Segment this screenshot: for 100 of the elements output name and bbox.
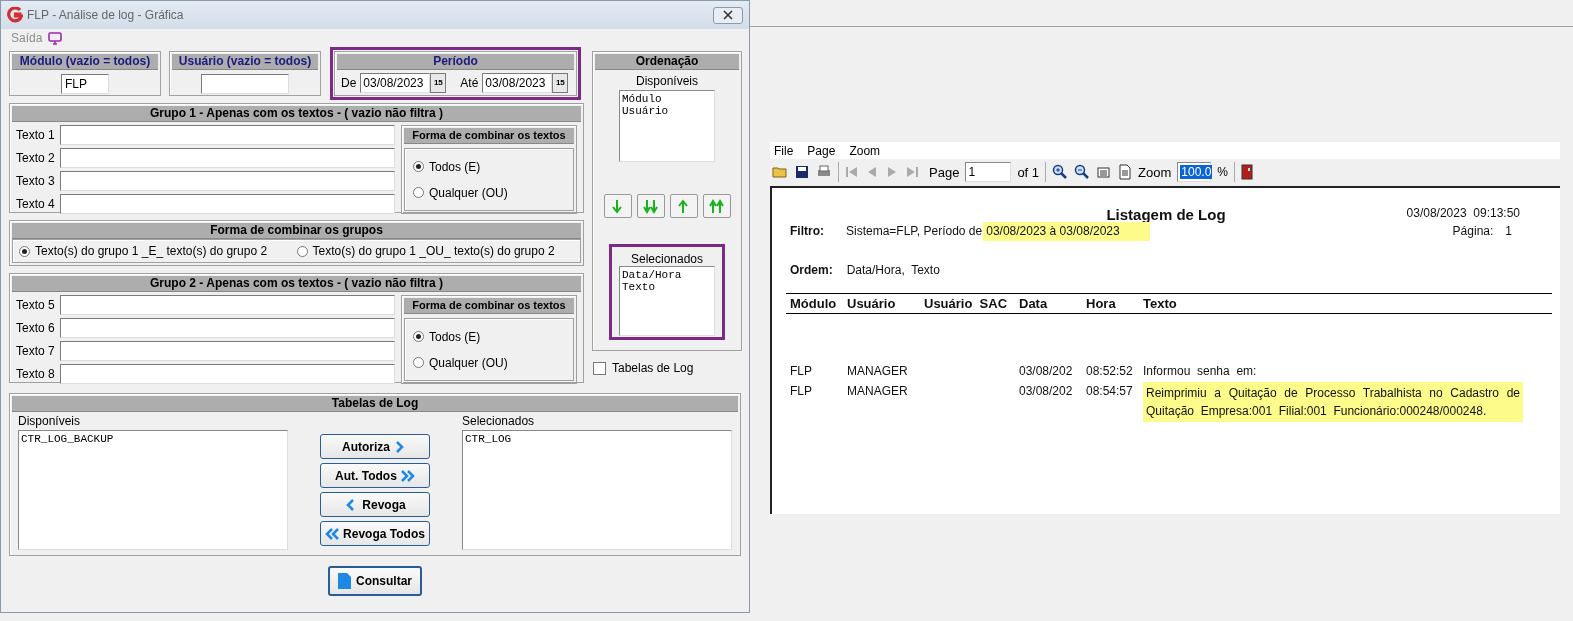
list-item[interactable]: Texto [622,281,712,293]
date-field[interactable]: 03/08/2023 [482,73,553,93]
column-header: Data [1019,296,1049,311]
checkbox-label: Tabelas de Log [612,361,694,375]
order-label: Ordem: [790,263,833,277]
radio-label: Qualquer (OU) [429,355,508,370]
zoom-in-icon [1052,164,1069,180]
list-box[interactable]: Módulo Usuário [619,90,715,162]
panel-title: Tabelas de Log [12,396,738,412]
radio-button[interactable] [413,161,424,172]
list-label: Selecionados [462,414,536,428]
list-item[interactable]: Usuário [622,105,712,117]
order-text: Data/Hora, Texto [846,263,940,277]
module-field[interactable]: FLP [61,74,109,94]
list-item[interactable]: CTR_LOG [465,433,729,445]
column-header: Texto [1143,296,1178,311]
zoom-label: Zoom [1138,164,1172,180]
text-field[interactable] [60,125,395,145]
date-field[interactable]: 03/08/2023 [360,73,431,93]
app-logo-icon [7,7,23,23]
field-label: Texto 3 [16,174,56,188]
double-chevron-right-icon [400,468,415,483]
exit-door-icon [1240,164,1253,180]
calendar-button[interactable]: 15 [430,73,447,93]
authorize-all-button[interactable]: Aut. Todos [320,463,430,488]
move-up-button[interactable] [669,194,698,218]
field-label: Texto 7 [16,344,56,358]
radio-button[interactable] [296,245,308,257]
radio-label: Texto(s) do grupo 1 _OU_ texto(s) do grupo 2 [312,244,555,258]
panel-title: Grupo 1 - Apenas com os textos - ( vazio não filtra ) [12,106,581,122]
radio-button[interactable] [413,357,424,368]
list-box[interactable]: CTR_LOG_BACKUP [18,430,288,550]
radio-button[interactable] [413,187,424,198]
list-box[interactable]: CTR_LOG [462,430,732,550]
table-cell: Reimprimiu a Quitação de Processo Trabalhista no Cadastro de Quitação Empresa:001 Filial:001 Funcionário:000248/000248. [1143,382,1523,422]
authorize-button[interactable]: Autoriza [320,434,430,459]
report-title: Listagem de Log [1106,206,1226,223]
field-label: Texto 6 [16,321,56,335]
text-field[interactable] [60,341,395,361]
table-cell-text: MANAGER [847,383,909,400]
panel-title: Forma de combinar os grupos [12,223,581,239]
document-icon [338,573,351,589]
menu-item[interactable]: Zoom [849,143,881,158]
move-top-button[interactable] [702,194,731,218]
list-item[interactable]: CTR_LOG_BACKUP [21,433,285,445]
panel-title: Forma de combinar os textos [404,298,574,314]
panel-title: Período [337,54,574,70]
calendar-button[interactable]: 15 [552,73,569,93]
move-bottom-button[interactable] [636,194,665,218]
page-width-icon [1096,164,1113,180]
double-chevron-left-icon [325,526,340,541]
revoke-all-button[interactable]: Revoga Todos [320,521,430,546]
zoom-field[interactable]: 100.0 [1177,162,1212,182]
table-cell-text: 03/08/202 [1019,383,1074,400]
text-field[interactable] [60,364,395,384]
checkbox[interactable] [593,361,606,375]
radio-button[interactable] [413,331,424,342]
query-button[interactable]: Consultar [328,566,422,596]
text-field[interactable] [60,148,395,168]
panel-title: Ordenação [595,54,739,70]
menu-item[interactable]: Page [807,143,836,158]
panel-title: Usuário (vazio = todos) [172,54,318,70]
save-icon [794,164,810,180]
close-button[interactable] [713,6,743,24]
table-cell-text: Informou senha em: [1143,363,1258,380]
field-label: Texto 1 [16,128,56,142]
column-header: Hora [1086,296,1117,311]
user-field[interactable] [201,74,289,94]
column-header: Usuário [847,296,897,311]
filter-period: 03/08/2023 à 03/08/2023 [983,221,1150,241]
table-cell-text: FLP [790,383,813,400]
arrow-up-icon [676,198,691,214]
report-datetime: 03/08/2023 09:13:50 [1406,206,1520,222]
radio-label: Todos (E) [429,159,481,174]
text-field[interactable] [60,295,395,315]
list-label: Disponíveis [18,414,82,428]
field-label: Texto 8 [16,367,56,381]
table-cell-text: FLP [790,363,813,380]
monitor-icon [48,31,63,45]
list-item[interactable]: Data/Hora [622,269,712,281]
column-header: Usuário SAC [924,296,1009,311]
filter-text: Sistema=FLP, Período de [846,224,983,238]
menu-item[interactable]: File [774,143,794,158]
move-down-button[interactable] [603,194,632,218]
percent-label: % [1217,165,1228,179]
text-field[interactable] [60,318,395,338]
list-box[interactable]: Data/Hora Texto [619,266,715,336]
close-icon [723,10,733,20]
radio-button[interactable] [19,245,30,257]
text-field[interactable] [60,171,395,191]
page-label: Página: [1452,224,1494,238]
page-number: 1 [1505,224,1512,238]
list-item[interactable]: Módulo [622,93,712,105]
revoke-button[interactable]: Revoga [320,492,430,517]
page-field[interactable]: 1 [965,162,1012,182]
field-label: Texto 4 [16,197,56,211]
column-header: Módulo [790,296,838,311]
text-field[interactable] [60,194,395,214]
table-cell-text: 03/08/202 [1019,363,1074,380]
radio-label: Texto(s) do grupo 1 _E_ texto(s) do grupo 2 [35,244,268,258]
